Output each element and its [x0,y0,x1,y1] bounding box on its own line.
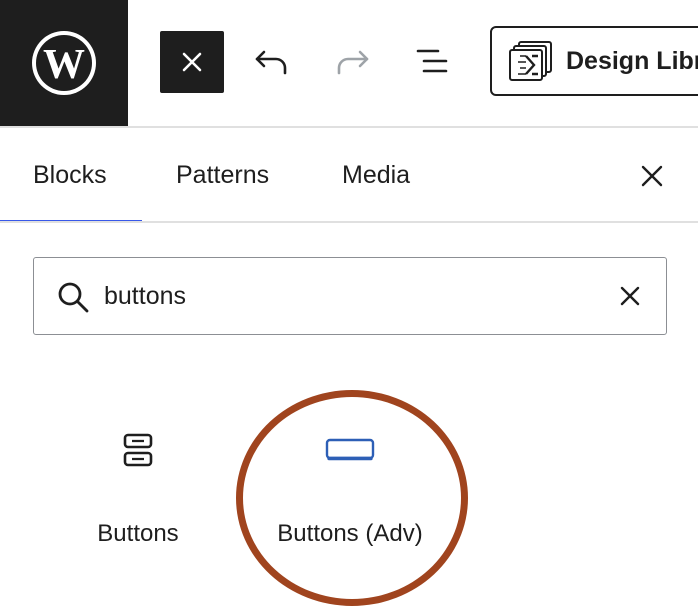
buttons-adv-icon [325,438,375,461]
block-label: Buttons (Adv) [277,520,423,547]
wordpress-icon: W [32,31,96,95]
search-input[interactable] [104,274,584,318]
editor-toolbar: W Design Libr [0,0,698,126]
close-icon [182,52,202,72]
clear-search-button[interactable] [612,278,648,314]
wordpress-logo-button[interactable]: W [0,0,128,126]
svg-text:W: W [43,42,85,88]
undo-button[interactable] [248,37,296,85]
design-library-icon [509,41,552,81]
tab-blocks[interactable]: Blocks [33,128,107,222]
close-icon [641,165,663,187]
inserter-tabs: Blocks Patterns Media [0,128,698,223]
close-inserter-button[interactable] [160,31,224,93]
block-item-buttons[interactable]: Buttons [92,420,184,548]
tab-patterns[interactable]: Patterns [176,128,269,222]
list-view-button[interactable] [408,37,456,85]
block-item-buttons-adv[interactable]: Buttons (Adv) [270,420,430,548]
list-view-icon [416,49,448,73]
buttons-icon [123,433,153,467]
redo-button[interactable] [328,37,376,85]
tab-media[interactable]: Media [342,128,410,222]
tabs-divider [0,221,698,223]
close-icon [620,286,640,306]
tab-patterns-label: Patterns [176,160,270,189]
undo-icon [255,50,287,75]
block-search [33,257,667,335]
design-library-button[interactable]: Design Libr [490,26,698,96]
redo-icon [337,50,369,75]
tab-media-label: Media [342,160,411,189]
search-icon [58,282,89,313]
design-library-label: Design Libr [566,46,698,75]
close-panel-button[interactable] [628,152,676,200]
tab-blocks-label: Blocks [33,160,107,189]
block-label: Buttons [97,520,179,547]
